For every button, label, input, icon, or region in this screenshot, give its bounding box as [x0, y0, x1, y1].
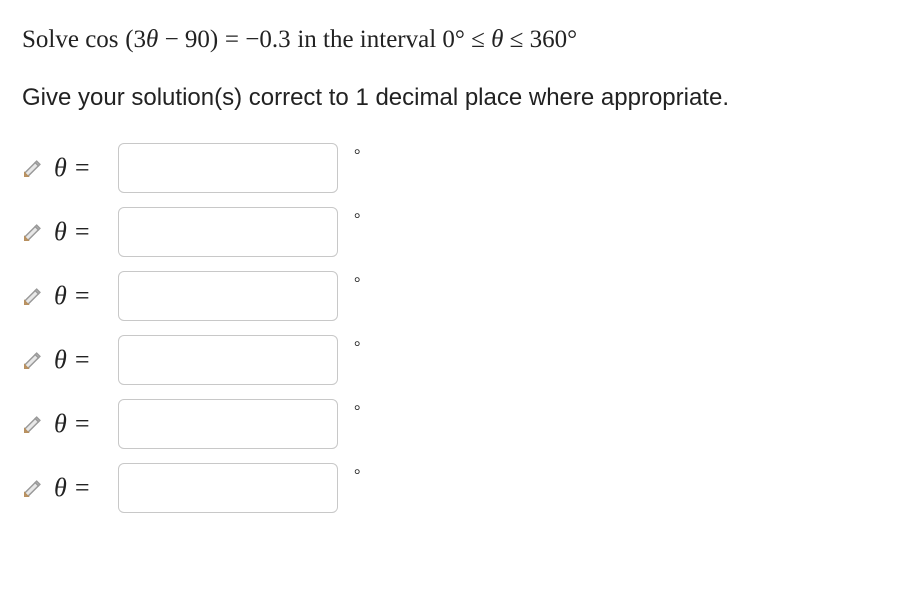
answer-input[interactable]: [118, 271, 338, 321]
interval: 0° ≤ θ ≤ 360°: [442, 26, 577, 53]
answer-row: θ = °: [22, 207, 899, 257]
degree-unit: °: [354, 147, 360, 165]
degree-unit: °: [354, 339, 360, 357]
pencil-icon[interactable]: [22, 221, 44, 243]
degree-unit: °: [354, 467, 360, 485]
answer-row: θ = °: [22, 463, 899, 513]
question-prefix: Solve: [22, 26, 85, 53]
theta-label: θ =: [54, 409, 108, 439]
answer-row: θ = °: [22, 399, 899, 449]
answer-row: θ = °: [22, 143, 899, 193]
answer-input[interactable]: [118, 207, 338, 257]
theta-label: θ =: [54, 217, 108, 247]
theta-label: θ =: [54, 281, 108, 311]
answer-row: θ = °: [22, 335, 899, 385]
theta-label: θ =: [54, 153, 108, 183]
theta-label: θ =: [54, 345, 108, 375]
pencil-icon[interactable]: [22, 285, 44, 307]
answer-rows-container: θ = ° θ = ° θ = ° θ = ° θ = ° θ = °: [22, 143, 899, 513]
answer-input[interactable]: [118, 463, 338, 513]
equation-inner: (3θ − 90): [125, 26, 218, 53]
interval-prefix: in the interval: [297, 26, 442, 53]
equation-equals: =: [225, 26, 245, 53]
answer-input[interactable]: [118, 143, 338, 193]
degree-unit: °: [354, 211, 360, 229]
answer-input[interactable]: [118, 399, 338, 449]
answer-row: θ = °: [22, 271, 899, 321]
theta-label: θ =: [54, 473, 108, 503]
degree-unit: °: [354, 403, 360, 421]
question-text: Solve cos (3θ − 90) = −0.3 in the interv…: [22, 22, 899, 57]
pencil-icon[interactable]: [22, 157, 44, 179]
pencil-icon[interactable]: [22, 413, 44, 435]
degree-unit: °: [354, 275, 360, 293]
pencil-icon[interactable]: [22, 477, 44, 499]
pencil-icon[interactable]: [22, 349, 44, 371]
answer-input[interactable]: [118, 335, 338, 385]
equation-rhs: −0.3: [245, 26, 290, 53]
instruction-text: Give your solution(s) correct to 1 decim…: [22, 81, 899, 115]
equation-func: cos: [85, 26, 118, 53]
